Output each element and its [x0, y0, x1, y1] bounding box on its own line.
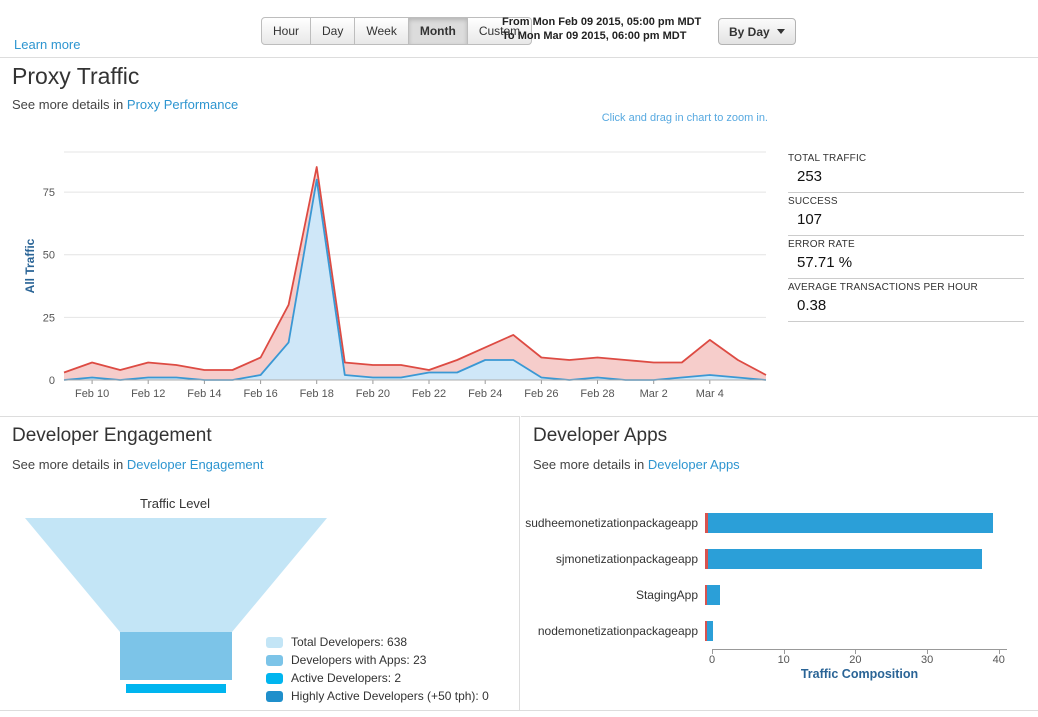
svg-text:Feb 20: Feb 20: [356, 388, 390, 400]
time-range-selector: Hour Day Week Month Custom: [261, 17, 533, 45]
learn-more-link[interactable]: Learn more: [14, 37, 80, 52]
developer-engagement-section: Developer Engagement See more details in…: [0, 416, 520, 710]
x-tick-label: 20: [849, 654, 862, 666]
proxy-performance-link[interactable]: Proxy Performance: [127, 97, 238, 112]
legend-item: Active Developers: 2: [266, 669, 489, 687]
x-axis-label: Traffic Composition: [800, 667, 919, 681]
legend-swatch: [266, 654, 283, 666]
caret-down-icon: [776, 29, 785, 34]
range-button-day[interactable]: Day: [310, 17, 356, 45]
bar-track: [705, 585, 999, 605]
topbar: Learn more Hour Day Week Month Custom Fr…: [0, 0, 1038, 58]
developer-apps-link[interactable]: Developer Apps: [648, 457, 740, 472]
legend-swatch: [266, 636, 283, 648]
legend-label: Active Developers: 2: [291, 671, 402, 685]
bar-segment-success: [707, 585, 721, 605]
svg-text:Mar 4: Mar 4: [696, 388, 724, 400]
developer-apps-subtitle: See more details in Developer Apps: [533, 457, 740, 472]
bottom-divider: [0, 710, 1038, 711]
svg-text:50: 50: [43, 250, 55, 262]
developer-engagement-link[interactable]: Developer Engagement: [127, 457, 264, 472]
legend-item: Highly Active Developers (+50 tph): 0: [266, 687, 489, 705]
svg-text:Feb 14: Feb 14: [187, 388, 221, 400]
range-button-week[interactable]: Week: [354, 17, 409, 45]
legend-item: Total Developers: 638: [266, 633, 489, 651]
svg-text:Feb 24: Feb 24: [468, 388, 502, 400]
developer-engagement-subtitle: See more details in Developer Engagement: [12, 457, 264, 472]
app-bar-row: nodemonetizationpackageapp: [521, 613, 1021, 649]
proxy-traffic-subtitle: See more details in Proxy Performance: [12, 97, 239, 112]
svg-text:75: 75: [43, 187, 55, 199]
stat-success: SUCCESS 107: [788, 193, 1024, 236]
app-bar-row: StagingApp: [521, 577, 1021, 613]
legend-item: Developers with Apps: 23: [266, 651, 489, 669]
bar-segment-success: [706, 621, 713, 641]
app-label: sudheemonetizationpackageapp: [525, 516, 698, 530]
traffic-stats: TOTAL TRAFFIC 253 SUCCESS 107 ERROR RATE…: [788, 150, 1024, 322]
bar-track: [705, 513, 999, 533]
app-bar-row: sjmonetizationpackageapp: [521, 541, 1021, 577]
analytics-dashboard: Learn more Hour Day Week Month Custom Fr…: [0, 0, 1038, 717]
legend-swatch: [266, 690, 283, 702]
proxy-traffic-title: Proxy Traffic: [12, 63, 140, 89]
app-label: StagingApp: [635, 588, 698, 602]
x-tick-label: 10: [777, 654, 790, 666]
bar-track: [705, 621, 999, 641]
stat-total-traffic: TOTAL TRAFFIC 253: [788, 150, 1024, 193]
stat-avg-tph: AVERAGE TRANSACTIONS PER HOUR 0.38: [788, 279, 1024, 322]
svg-text:Feb 22: Feb 22: [412, 388, 446, 400]
svg-text:Feb 12: Feb 12: [131, 388, 165, 400]
bar-track: [705, 549, 999, 569]
app-label: sjmonetizationpackageapp: [555, 552, 698, 566]
x-tick-label: 40: [992, 654, 1005, 666]
developer-apps-bar-chart: sudheemonetizationpackageapp sjmonetizati…: [521, 505, 1021, 649]
developer-apps-x-axis: 0 10 20 30 40: [708, 649, 1007, 669]
app-bar-row: sudheemonetizationpackageapp: [521, 505, 1021, 541]
date-range: From Mon Feb 09 2015, 05:00 pm MDT To Mo…: [502, 15, 701, 43]
svg-text:25: 25: [43, 312, 55, 324]
developer-apps-section: Developer Apps See more details in Devel…: [521, 416, 1038, 710]
zoom-hint: Click and drag in chart to zoom in.: [601, 112, 768, 124]
legend-label: Developers with Apps: 23: [291, 653, 427, 667]
developer-engagement-title: Developer Engagement: [12, 425, 212, 446]
legend-label: Highly Active Developers (+50 tph): 0: [291, 689, 489, 703]
svg-text:Feb 10: Feb 10: [75, 388, 109, 400]
svg-text:Feb 26: Feb 26: [524, 388, 558, 400]
legend-label: Total Developers: 638: [291, 635, 408, 649]
legend-swatch: [266, 672, 283, 684]
developer-apps-title: Developer Apps: [533, 425, 668, 446]
bar-segment-success: [707, 549, 983, 569]
app-label: nodemonetizationpackageapp: [537, 624, 698, 638]
stat-error-rate: ERROR RATE 57.71 %: [788, 236, 1024, 279]
svg-text:0: 0: [49, 375, 55, 387]
range-button-hour[interactable]: Hour: [261, 17, 312, 45]
date-range-from: From Mon Feb 09 2015, 05:00 pm MDT: [502, 16, 702, 28]
by-day-dropdown[interactable]: By Day: [718, 18, 796, 45]
funnel-legend: Total Developers: 638 Developers with App…: [266, 633, 489, 705]
range-button-month[interactable]: Month: [407, 17, 468, 45]
svg-text:Feb 28: Feb 28: [580, 388, 614, 400]
svg-text:Feb 18: Feb 18: [300, 388, 334, 400]
date-range-to: To Mon Mar 09 2015, 06:00 pm MDT: [502, 30, 687, 42]
x-tick-label: 30: [920, 654, 934, 666]
bar-segment-success: [707, 513, 994, 533]
x-tick-label: 0: [708, 654, 716, 666]
svg-text:Mar 2: Mar 2: [640, 388, 668, 400]
proxy-traffic-chart[interactable]: 0 25 50 75 Feb 10 Feb 12 Feb 14 Feb 16 Feb 18 Feb…: [14, 128, 776, 406]
funnel-title: Traffic Level: [139, 496, 211, 511]
svg-text:Feb 16: Feb 16: [243, 388, 277, 400]
